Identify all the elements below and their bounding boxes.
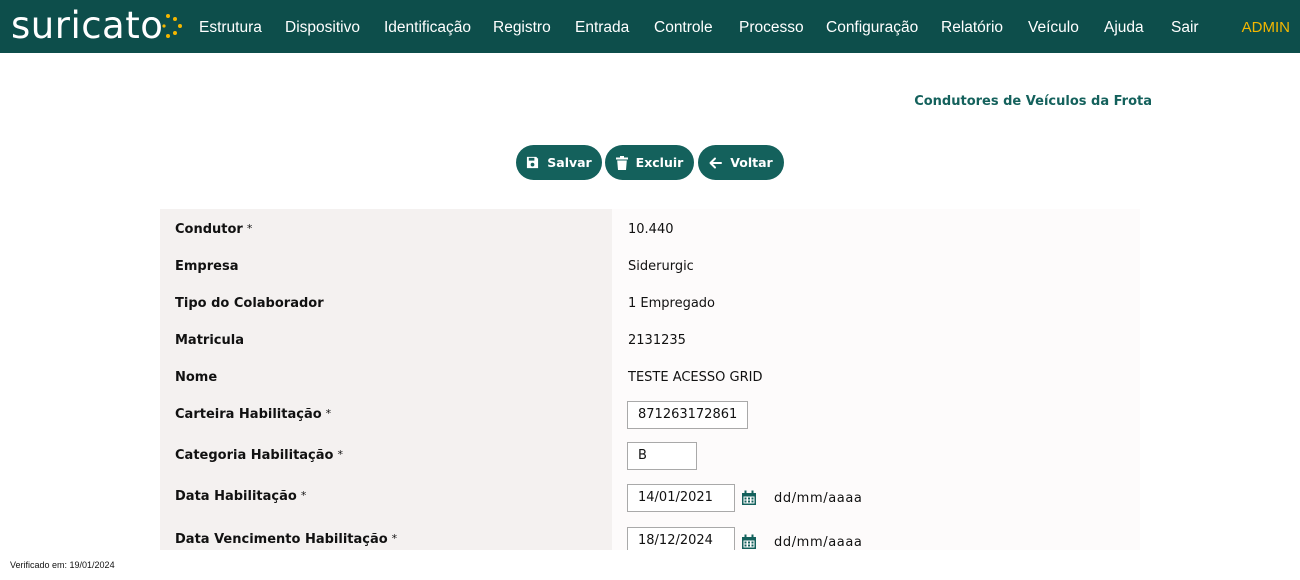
- logo-text: suricato: [11, 3, 164, 47]
- nav-sair[interactable]: Sair: [1171, 0, 1199, 53]
- date-format-hint: dd/mm/aaaa: [774, 491, 863, 506]
- carteira-habilitacao-input[interactable]: 871263172861: [627, 401, 748, 429]
- nav-ajuda[interactable]: Ajuda: [1104, 0, 1144, 53]
- label-carteira-habilitacao: Carteira Habilitação *: [175, 407, 332, 422]
- nav-entrada[interactable]: Entrada: [575, 0, 629, 53]
- nav-veiculo[interactable]: Veículo: [1028, 0, 1079, 53]
- value-condutor: 10.440: [628, 222, 674, 237]
- label-data-vencimento-habilitacao: Data Vencimento Habilitação *: [175, 532, 398, 547]
- driver-form: Condutor * 10.440 Empresa Siderurgic Tipo…: [160, 209, 1140, 550]
- nav-configuracao[interactable]: Configuração: [826, 0, 918, 53]
- label-condutor: Condutor *: [175, 222, 253, 237]
- arrow-left-icon: [709, 157, 723, 168]
- data-vencimento-habilitacao-input[interactable]: 18/12/2024: [627, 527, 735, 550]
- nav-estrutura[interactable]: Estrutura: [199, 0, 262, 53]
- calendar-icon[interactable]: [741, 534, 757, 550]
- page-title: Condutores de Veículos da Frota: [914, 94, 1152, 109]
- suricato-logo[interactable]: suricato: [11, 5, 184, 49]
- label-data-habilitacao: Data Habilitação *: [175, 489, 307, 504]
- user-admin[interactable]: ADMIN: [1242, 0, 1290, 53]
- nav-controle[interactable]: Controle: [654, 0, 713, 53]
- required-mark: *: [325, 407, 332, 420]
- required-mark: *: [300, 489, 307, 502]
- value-nome: TESTE ACESSO GRID: [628, 370, 763, 385]
- nav-dispositivo[interactable]: Dispositivo: [285, 0, 360, 53]
- required-mark: *: [391, 532, 398, 545]
- logo-dots-icon: [162, 14, 183, 38]
- categoria-habilitacao-input[interactable]: B: [627, 442, 697, 470]
- verified-date: Verificado em: 19/01/2024: [10, 560, 115, 570]
- value-empresa: Siderurgic: [628, 259, 694, 274]
- label-nome: Nome: [175, 370, 218, 385]
- label-categoria-habilitacao: Categoria Habilitação *: [175, 448, 343, 463]
- delete-button-label: Excluir: [635, 155, 684, 170]
- trash-icon: [615, 155, 628, 170]
- nav-processo[interactable]: Processo: [739, 0, 804, 53]
- required-mark: *: [246, 222, 253, 235]
- data-habilitacao-input[interactable]: 14/01/2021: [627, 484, 735, 512]
- back-button[interactable]: Voltar: [698, 145, 784, 180]
- value-tipo-colaborador: 1 Empregado: [628, 296, 716, 311]
- nav-registro[interactable]: Registro: [493, 0, 551, 53]
- save-button[interactable]: Salvar: [516, 145, 602, 180]
- delete-button[interactable]: Excluir: [605, 145, 694, 180]
- top-navbar: suricato Estrutura Dispositivo Identific…: [0, 0, 1300, 53]
- floppy-disk-icon: [527, 156, 539, 169]
- label-tipo-colaborador: Tipo do Colaborador: [175, 296, 324, 311]
- nav-relatorio[interactable]: Relatório: [941, 0, 1003, 53]
- calendar-icon[interactable]: [741, 490, 757, 506]
- date-format-hint: dd/mm/aaaa: [774, 535, 863, 550]
- label-empresa: Empresa: [175, 259, 239, 274]
- save-button-label: Salvar: [547, 155, 592, 170]
- label-matricula: Matricula: [175, 333, 244, 348]
- required-mark: *: [337, 448, 343, 461]
- nav-identificacao[interactable]: Identificação: [384, 0, 471, 53]
- back-button-label: Voltar: [730, 155, 773, 170]
- value-matricula: 2131235: [628, 333, 686, 348]
